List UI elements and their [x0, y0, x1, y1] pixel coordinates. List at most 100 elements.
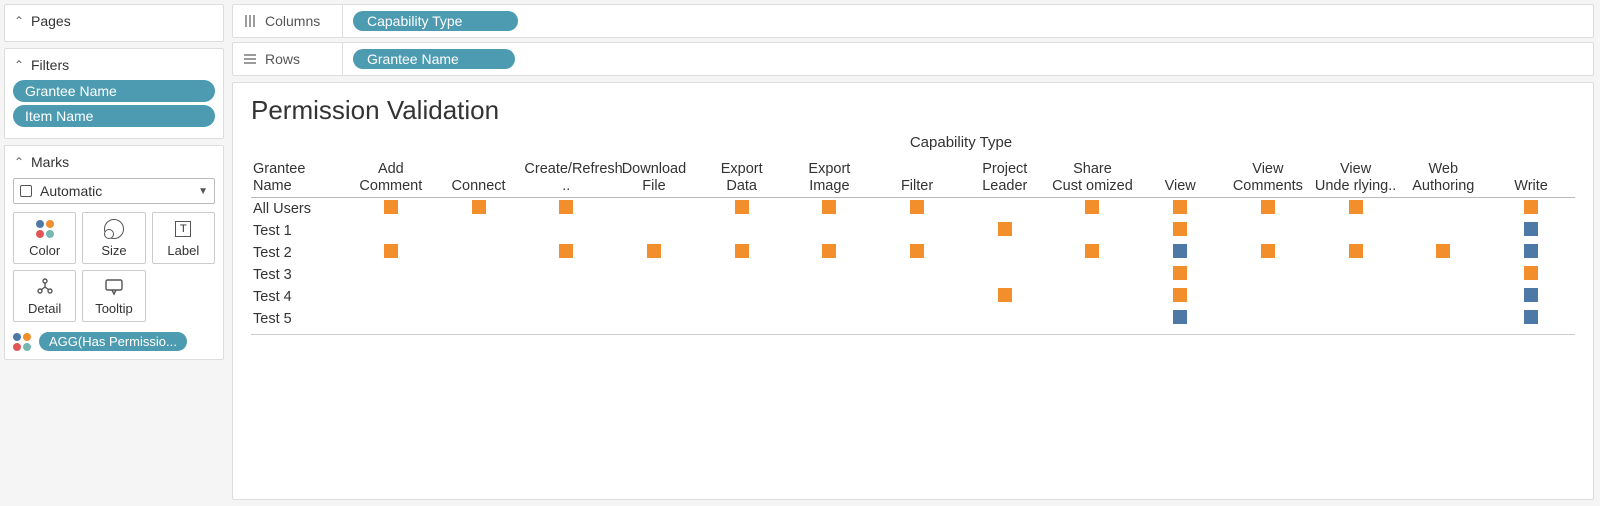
- cell[interactable]: [1487, 308, 1575, 335]
- cell[interactable]: [698, 264, 786, 286]
- cell[interactable]: [698, 242, 786, 264]
- cell[interactable]: [610, 264, 698, 286]
- row-header[interactable]: All Users: [251, 197, 347, 220]
- cell[interactable]: [1049, 308, 1137, 335]
- cell[interactable]: [873, 197, 961, 220]
- mark-square[interactable]: [559, 200, 573, 214]
- mark-square[interactable]: [1173, 222, 1187, 236]
- row-header[interactable]: Test 5: [251, 308, 347, 335]
- cell[interactable]: [1487, 286, 1575, 308]
- cell[interactable]: [1399, 286, 1487, 308]
- cell[interactable]: [1487, 242, 1575, 264]
- marks-color-button[interactable]: Color: [13, 212, 76, 264]
- mark-square[interactable]: [998, 222, 1012, 236]
- column-header[interactable]: ViewUnde rlying..: [1312, 153, 1400, 197]
- cell[interactable]: [1136, 308, 1224, 335]
- column-header[interactable]: ExportImage: [786, 153, 874, 197]
- column-header[interactable]: Create/Refresh..: [522, 153, 610, 197]
- cell[interactable]: [435, 220, 523, 242]
- mark-type-select[interactable]: Automatic ▼: [13, 178, 215, 204]
- cell[interactable]: [1049, 197, 1137, 220]
- marks-header[interactable]: ⌃ Marks: [13, 152, 215, 174]
- cell[interactable]: [1312, 308, 1400, 335]
- cell[interactable]: [1136, 220, 1224, 242]
- cell[interactable]: [1487, 220, 1575, 242]
- mark-square[interactable]: [1085, 244, 1099, 258]
- filters-header[interactable]: ⌃ Filters: [13, 55, 215, 77]
- cell[interactable]: [1224, 197, 1312, 220]
- mark-square[interactable]: [1173, 200, 1187, 214]
- mark-square[interactable]: [1085, 200, 1099, 214]
- mark-square[interactable]: [998, 288, 1012, 302]
- cell[interactable]: [522, 197, 610, 220]
- cell[interactable]: [1049, 220, 1137, 242]
- row-header[interactable]: Test 4: [251, 286, 347, 308]
- columns-shelf-label[interactable]: Columns: [233, 5, 343, 37]
- cell[interactable]: [1487, 264, 1575, 286]
- cell[interactable]: [1399, 308, 1487, 335]
- cell[interactable]: [1312, 264, 1400, 286]
- pages-header[interactable]: ⌃ Pages: [13, 11, 215, 33]
- marks-tooltip-button[interactable]: Tooltip: [82, 270, 145, 322]
- row-header[interactable]: Test 2: [251, 242, 347, 264]
- cell[interactable]: [1312, 242, 1400, 264]
- mark-square[interactable]: [735, 244, 749, 258]
- mark-square[interactable]: [1524, 244, 1538, 258]
- cell[interactable]: [698, 308, 786, 335]
- mark-square[interactable]: [1436, 244, 1450, 258]
- cell[interactable]: [698, 197, 786, 220]
- cell[interactable]: [347, 197, 435, 220]
- cell[interactable]: [522, 286, 610, 308]
- cell[interactable]: [873, 264, 961, 286]
- color-shelf-pill[interactable]: AGG(Has Permissio...: [39, 332, 187, 351]
- column-header[interactable]: ShareCust omized: [1049, 153, 1137, 197]
- viz-title[interactable]: Permission Validation: [251, 95, 1575, 126]
- mark-square[interactable]: [1173, 310, 1187, 324]
- cell[interactable]: [786, 308, 874, 335]
- cell[interactable]: [873, 308, 961, 335]
- mark-square[interactable]: [1349, 244, 1363, 258]
- rows-shelf-label[interactable]: Rows: [233, 43, 343, 75]
- cell[interactable]: [961, 308, 1049, 335]
- cell[interactable]: [347, 308, 435, 335]
- cell[interactable]: [961, 197, 1049, 220]
- column-header[interactable]: ViewComments: [1224, 153, 1312, 197]
- cell[interactable]: [1049, 242, 1137, 264]
- column-header[interactable]: Connect: [435, 153, 523, 197]
- cell[interactable]: [347, 220, 435, 242]
- row-header[interactable]: Test 1: [251, 220, 347, 242]
- cell[interactable]: [786, 242, 874, 264]
- cell[interactable]: [961, 286, 1049, 308]
- cell[interactable]: [610, 242, 698, 264]
- cell[interactable]: [786, 220, 874, 242]
- mark-square[interactable]: [1349, 200, 1363, 214]
- cell[interactable]: [522, 264, 610, 286]
- cell[interactable]: [347, 264, 435, 286]
- cell[interactable]: [1049, 264, 1137, 286]
- mark-square[interactable]: [1173, 244, 1187, 258]
- mark-square[interactable]: [735, 200, 749, 214]
- mark-square[interactable]: [1261, 244, 1275, 258]
- cell[interactable]: [786, 197, 874, 220]
- marks-label-button[interactable]: T Label: [152, 212, 215, 264]
- mark-square[interactable]: [822, 244, 836, 258]
- cell[interactable]: [435, 308, 523, 335]
- row-header[interactable]: Test 3: [251, 264, 347, 286]
- cell[interactable]: [1224, 220, 1312, 242]
- cell[interactable]: [347, 286, 435, 308]
- mark-square[interactable]: [1173, 288, 1187, 302]
- mark-square[interactable]: [822, 200, 836, 214]
- cell[interactable]: [1224, 242, 1312, 264]
- mark-square[interactable]: [647, 244, 661, 258]
- column-header[interactable]: AddComment: [347, 153, 435, 197]
- column-header[interactable]: ExportData: [698, 153, 786, 197]
- cell[interactable]: [435, 242, 523, 264]
- cell[interactable]: [1399, 264, 1487, 286]
- cell[interactable]: [435, 264, 523, 286]
- mark-square[interactable]: [1524, 310, 1538, 324]
- cell[interactable]: [698, 286, 786, 308]
- column-header[interactable]: View: [1136, 153, 1224, 197]
- cell[interactable]: [1224, 264, 1312, 286]
- cell[interactable]: [873, 286, 961, 308]
- cell[interactable]: [1399, 242, 1487, 264]
